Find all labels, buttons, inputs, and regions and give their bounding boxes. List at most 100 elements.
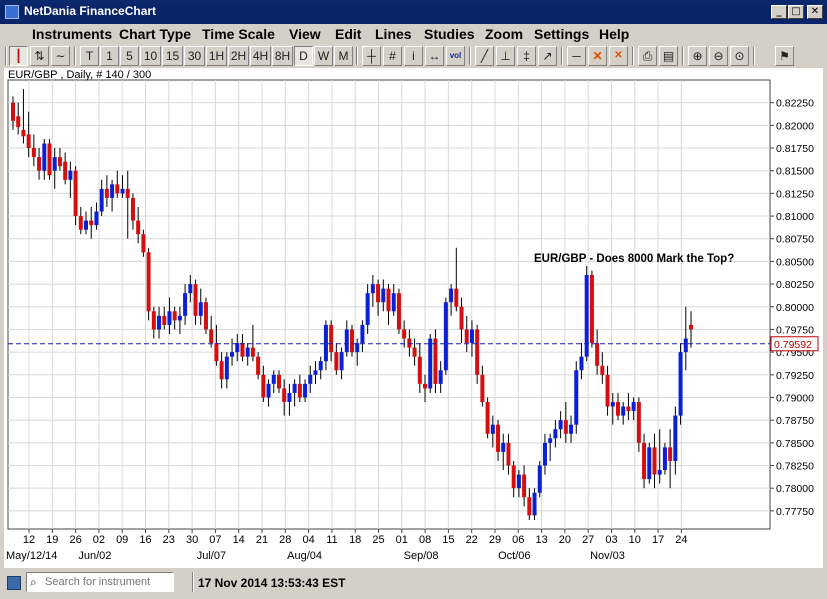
timeframe-button-1[interactable]: 1 (100, 46, 119, 66)
menu-zoom[interactable]: Zoom (485, 26, 523, 42)
candle-body (104, 188, 109, 198)
menu-chart-type[interactable]: Chart Type (119, 26, 191, 42)
candle-body (553, 429, 558, 439)
zoom-out-icon[interactable]: ⊖ (709, 46, 728, 66)
menu-studies[interactable]: Studies (424, 26, 475, 42)
candle-body (52, 157, 57, 171)
maximize-button[interactable]: □ (788, 5, 804, 19)
candle-body (157, 315, 162, 330)
timeframe-button-m[interactable]: M (334, 46, 353, 66)
channel-icon[interactable]: ‡ (517, 46, 536, 66)
pin-icon[interactable]: ⚑ (775, 46, 794, 66)
timeframe-button-5[interactable]: 5 (120, 46, 139, 66)
menu-bar: Instruments Chart Type Time Scale View E… (0, 24, 827, 44)
line-chart-icon[interactable]: ∼ (51, 46, 70, 66)
candle-body (386, 288, 391, 312)
candle-body (329, 324, 334, 353)
print-icon[interactable]: ⎙ (638, 46, 657, 66)
timeframe-button-1h[interactable]: 1H (206, 46, 227, 66)
menu-lines[interactable]: Lines (375, 26, 412, 42)
menu-edit[interactable]: Edit (335, 26, 361, 42)
x-tick-label: 16 (139, 534, 151, 546)
x-tick-label: 19 (46, 534, 58, 546)
candle-body (469, 329, 474, 344)
search-input[interactable] (45, 574, 171, 590)
menu-settings[interactable]: Settings (534, 26, 589, 42)
candle-body (250, 347, 255, 357)
timeframe-button-8h[interactable]: 8H (272, 46, 293, 66)
candle-body (167, 311, 172, 325)
timeframe-button-w[interactable]: W (314, 46, 333, 66)
candle-body (47, 143, 52, 176)
candle-body (57, 157, 62, 167)
candle-body (219, 361, 224, 380)
menu-time-scale[interactable]: Time Scale (202, 26, 275, 42)
chart-annotation: EUR/GBP - Does 8000 Mark the Top? (534, 253, 734, 265)
x-month-label: May/12/14 (6, 550, 57, 562)
timeframe-button-d[interactable]: D (294, 46, 313, 66)
ohlc-chart-icon[interactable]: ⇅ (30, 46, 49, 66)
horizontal-line-icon[interactable]: ─ (567, 46, 586, 66)
current-price-label: 0.79592 (774, 339, 812, 351)
delete-drawing-icon[interactable]: ✕ (588, 46, 607, 66)
toolbar: ┃ ⇅ ∼ T 1 5 10 15 30 1H 2H 4H 8H D W M ┼ # i ↔ vol ╱ ⊥ ‡ ↗ ─ ✕ ✕ ⎙ ▤ ⊕… (0, 44, 827, 68)
candle-body (589, 275, 594, 344)
toolbar-separator (682, 47, 684, 65)
delete-all-icon[interactable]: ✕ (609, 46, 628, 66)
candle-body (183, 293, 188, 316)
menu-instruments[interactable]: Instruments (32, 26, 112, 42)
timeframe-button-4h[interactable]: 4H (250, 46, 271, 66)
x-month-label: Jun/02 (78, 550, 111, 562)
menu-view[interactable]: View (289, 26, 321, 42)
candle-body (569, 424, 574, 434)
arrow-line-icon[interactable]: ↗ (538, 46, 557, 66)
x-tick-label: 22 (466, 534, 478, 546)
candle-body (94, 211, 99, 226)
crosshair-icon[interactable]: ┼ (362, 46, 381, 66)
zoom-reset-icon[interactable]: ⊙ (730, 46, 749, 66)
menu-help[interactable]: Help (599, 26, 629, 42)
status-datetime: 17 Nov 2014 13:53:43 EST (198, 576, 346, 590)
timeframe-button-30[interactable]: 30 (184, 46, 205, 66)
candle-body (647, 447, 652, 480)
info-icon[interactable]: i (404, 46, 423, 66)
print-preview-icon[interactable]: ▤ (659, 46, 678, 66)
volume-icon[interactable]: vol (446, 46, 465, 66)
candle-body (303, 383, 308, 398)
timeframe-button-t[interactable]: T (80, 46, 99, 66)
candlestick-chart-icon[interactable]: ┃ (9, 46, 28, 66)
candle-body (115, 184, 120, 194)
candle-body (287, 392, 292, 403)
y-tick-label: 0.82000 (776, 120, 814, 132)
x-tick-label: 07 (209, 534, 221, 546)
candle-body (151, 311, 156, 330)
x-month-label: Aug/04 (287, 550, 322, 562)
x-tick-label: 29 (489, 534, 501, 546)
candle-body (130, 197, 135, 221)
instrument-search[interactable]: ⌕ (26, 572, 174, 592)
price-chart[interactable]: 0.77750 0.78000 0.78250 0.78500 0.78750 0.790… (4, 68, 823, 568)
timeframe-button-10[interactable]: 10 (140, 46, 161, 66)
candle-body (261, 374, 266, 398)
chart-area[interactable]: 0.77750 0.78000 0.78250 0.78500 0.78750 0.790… (4, 68, 823, 568)
timeframe-button-2h[interactable]: 2H (228, 46, 249, 66)
close-button[interactable]: ✕ (807, 5, 823, 19)
candle-body (459, 306, 464, 330)
y-tick-label: 0.82250 (776, 98, 814, 110)
search-icon: ⌕ (30, 575, 37, 589)
scroll-arrows-icon[interactable]: ↔ (425, 46, 444, 66)
trendline-icon[interactable]: ╱ (475, 46, 494, 66)
minimize-button[interactable]: _ (771, 5, 787, 19)
candle-body (11, 102, 15, 121)
x-tick-label: 24 (675, 534, 687, 546)
status-grid-icon[interactable] (7, 576, 21, 590)
timeframe-button-15[interactable]: 15 (162, 46, 183, 66)
candle-body (136, 220, 141, 235)
y-tick-label: 0.79750 (776, 324, 814, 336)
fibonacci-icon[interactable]: ⊥ (496, 46, 515, 66)
candle-body (110, 184, 115, 198)
chart-instrument-info: EUR/GBP , Daily, # 140 / 300 (8, 69, 152, 81)
zoom-in-icon[interactable]: ⊕ (688, 46, 707, 66)
grid-icon[interactable]: # (383, 46, 402, 66)
candle-body (125, 188, 130, 198)
